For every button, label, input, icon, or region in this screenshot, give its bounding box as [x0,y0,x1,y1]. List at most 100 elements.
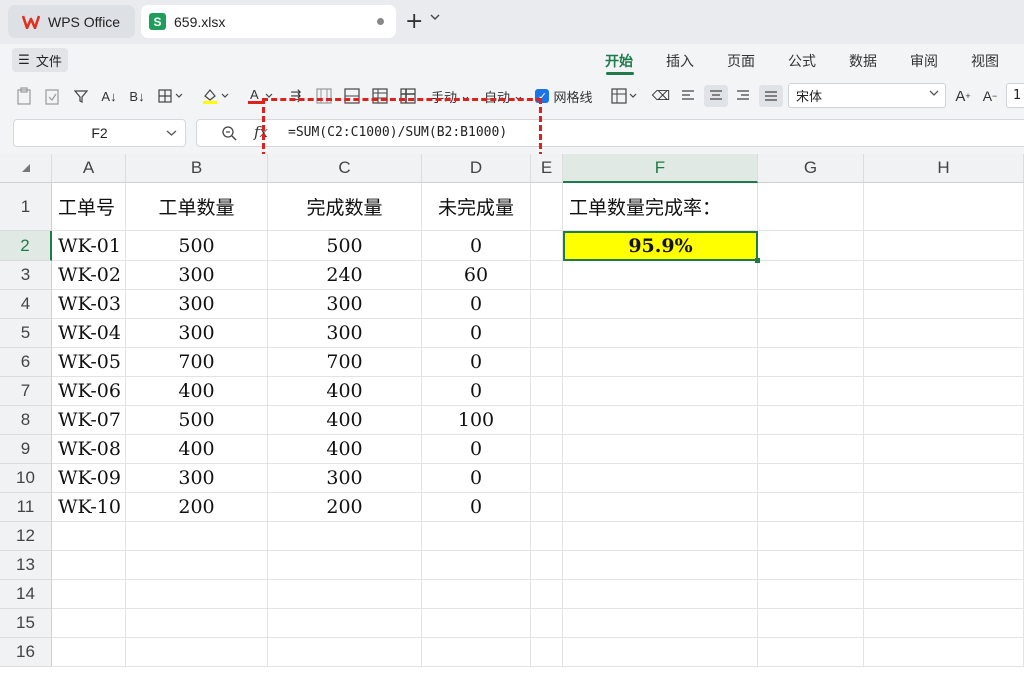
cell-b5[interactable]: 300 [126,319,268,348]
table-style-icon[interactable] [610,85,640,107]
cell-h16[interactable] [864,638,1024,667]
sort-descending-icon[interactable]: B↓ [126,85,148,107]
cell-g16[interactable] [758,638,864,667]
tab-page[interactable]: 页面 [727,51,755,71]
cell-f10[interactable] [563,464,758,493]
row-header[interactable]: 16 [0,638,52,667]
font-size-select[interactable]: 1 [1006,83,1024,108]
cell-c10[interactable]: 300 [268,464,422,493]
cell-e9[interactable] [531,435,563,464]
cell-d2[interactable]: 0 [422,231,531,261]
tab-view[interactable]: 视图 [971,51,999,71]
cell-d5[interactable]: 0 [422,319,531,348]
cell-h9[interactable] [864,435,1024,464]
cell-b11[interactable]: 200 [126,493,268,522]
col-header-g[interactable]: G [758,154,864,183]
cell-e10[interactable] [531,464,563,493]
cell-c5[interactable]: 300 [268,319,422,348]
cell-d15[interactable] [422,609,531,638]
cell-a12[interactable] [52,522,126,551]
cell-c8[interactable]: 400 [268,406,422,435]
paste-special-icon[interactable] [14,85,34,107]
cell-c2[interactable]: 500 [268,231,422,261]
cell-e16[interactable] [531,638,563,667]
cell-e3[interactable] [531,261,563,290]
cell-g9[interactable] [758,435,864,464]
cell-g11[interactable] [758,493,864,522]
cell-g10[interactable] [758,464,864,493]
cell-f12[interactable] [563,522,758,551]
tab-formula[interactable]: 公式 [788,51,816,71]
cell-f4[interactable] [563,290,758,319]
chevron-down-icon[interactable] [430,13,440,21]
cell-b6[interactable]: 700 [126,348,268,377]
name-box[interactable]: F2 [13,119,186,147]
cell-d12[interactable] [422,522,531,551]
cell-h4[interactable] [864,290,1024,319]
cell-c13[interactable] [268,551,422,580]
col-header-d[interactable]: D [422,154,531,183]
cell-h6[interactable] [864,348,1024,377]
tab-file-659[interactable]: S 659.xlsx [141,5,396,38]
tab-home[interactable]: 开始 [605,51,633,71]
cell-b14[interactable] [126,580,268,609]
cell-c6[interactable]: 700 [268,348,422,377]
cell-h14[interactable] [864,580,1024,609]
col-header-f[interactable]: F [563,154,758,183]
cell-c4[interactable]: 300 [268,290,422,319]
align-middle-icon[interactable] [759,85,783,107]
col-header-b[interactable]: B [126,154,268,183]
cell-e13[interactable] [531,551,563,580]
cell-h10[interactable] [864,464,1024,493]
fill-color-icon[interactable] [200,85,232,107]
row-header[interactable]: 9 [0,435,52,464]
cell-b7[interactable]: 400 [126,377,268,406]
row-header[interactable]: 12 [0,522,52,551]
cell-a15[interactable] [52,609,126,638]
cell-f5[interactable] [563,319,758,348]
cell-g1[interactable] [758,183,864,231]
cell-a5[interactable]: WK-04 [52,319,126,348]
cell-d8[interactable]: 100 [422,406,531,435]
row-header[interactable]: 3 [0,261,52,290]
cell-a8[interactable]: WK-07 [52,406,126,435]
tab-review[interactable]: 审阅 [910,51,938,71]
tab-data[interactable]: 数据 [849,51,877,71]
zoom-formula-icon[interactable] [221,125,237,141]
row-header[interactable]: 10 [0,464,52,493]
cell-e8[interactable] [531,406,563,435]
cell-c12[interactable] [268,522,422,551]
cell-e7[interactable] [531,377,563,406]
cell-e5[interactable] [531,319,563,348]
cell-e11[interactable] [531,493,563,522]
cell-c14[interactable] [268,580,422,609]
cell-h8[interactable] [864,406,1024,435]
cell-f2-selected[interactable]: 95.9% [563,231,758,261]
cell-a1[interactable]: 工单号 [52,183,126,231]
select-all-corner[interactable] [0,154,52,183]
cell-e4[interactable] [531,290,563,319]
cell-f6[interactable] [563,348,758,377]
cell-c15[interactable] [268,609,422,638]
cell-a16[interactable] [52,638,126,667]
cell-g3[interactable] [758,261,864,290]
font-name-select[interactable]: 宋体 [788,83,946,108]
cell-c3[interactable]: 240 [268,261,422,290]
cell-d1[interactable]: 未完成量 [422,183,531,231]
cell-b13[interactable] [126,551,268,580]
cell-g7[interactable] [758,377,864,406]
cell-b12[interactable] [126,522,268,551]
row-header[interactable]: 6 [0,348,52,377]
row-header[interactable]: 4 [0,290,52,319]
cell-g5[interactable] [758,319,864,348]
tab-wps-office[interactable]: WPS Office [8,5,135,38]
gridlines-toggle[interactable]: ✓ 网格线 [533,85,595,107]
cell-b1[interactable]: 工单数量 [126,183,268,231]
cell-f13[interactable] [563,551,758,580]
cell-f15[interactable] [563,609,758,638]
cell-f16[interactable] [563,638,758,667]
file-menu-button[interactable]: ☰ 文件 [12,48,68,72]
cell-h11[interactable] [864,493,1024,522]
row-header[interactable]: 15 [0,609,52,638]
cell-g14[interactable] [758,580,864,609]
